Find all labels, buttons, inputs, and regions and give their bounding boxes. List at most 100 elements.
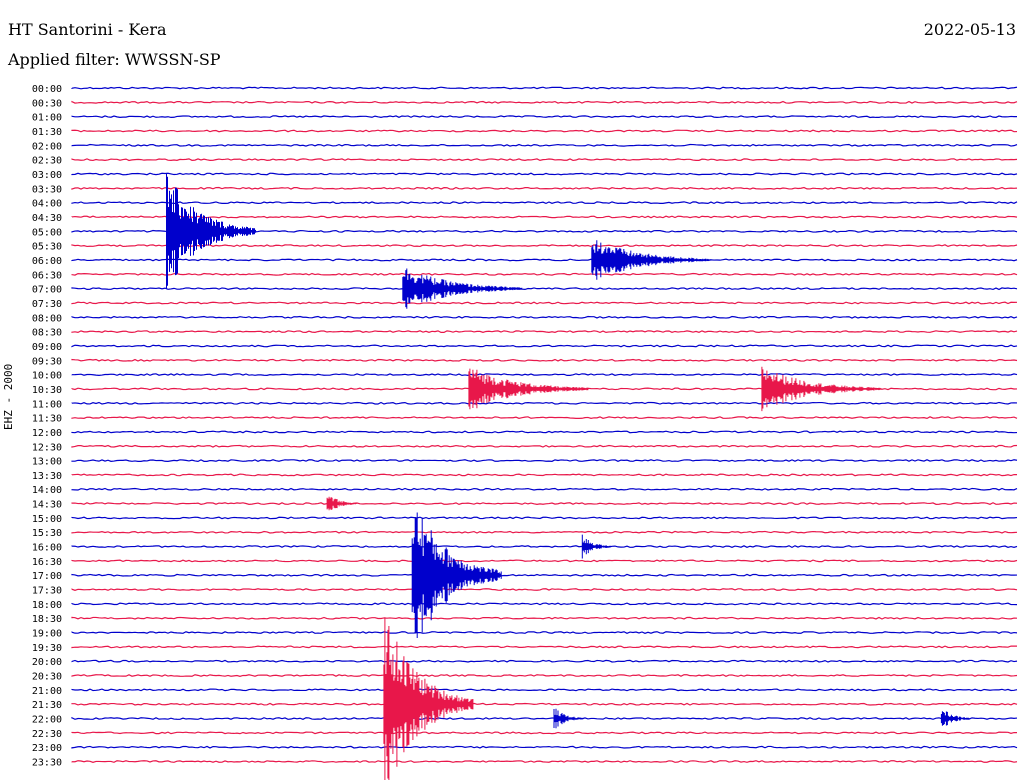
- row-label: 23:00: [32, 743, 62, 754]
- row-label: 10:30: [32, 385, 62, 396]
- trace-row: [71, 473, 1018, 477]
- trace-row: [71, 244, 1018, 248]
- trace-row: [71, 287, 1018, 291]
- row-label: 11:00: [32, 399, 62, 410]
- trace-row: [71, 659, 1018, 663]
- row-label: 17:00: [32, 571, 62, 582]
- trace-row: [71, 645, 1018, 649]
- row-label: 04:00: [32, 199, 62, 210]
- trace-row: [71, 602, 1018, 606]
- trace-row: [71, 616, 1018, 620]
- trace-row: [71, 258, 1018, 262]
- row-label: 02:00: [32, 141, 62, 152]
- trace-row: [71, 487, 1018, 491]
- trace-row: [71, 272, 1018, 276]
- trace-row: [71, 358, 1018, 362]
- row-label: 14:30: [32, 500, 62, 511]
- trace-row: [71, 100, 1018, 104]
- row-label: 20:00: [32, 657, 62, 668]
- trace-row: [71, 688, 1018, 692]
- row-label: 00:30: [32, 98, 62, 109]
- trace-row: [71, 545, 1018, 549]
- row-label: 21:00: [32, 686, 62, 697]
- row-label: 21:30: [32, 700, 62, 711]
- trace-row: [71, 86, 1018, 90]
- row-label: 17:30: [32, 586, 62, 597]
- trace-row: [71, 373, 1018, 377]
- trace-row: [71, 344, 1018, 348]
- event-burst: [326, 496, 357, 511]
- row-label: 11:30: [32, 414, 62, 425]
- row-label: 08:00: [32, 313, 62, 324]
- row-label: 18:30: [32, 614, 62, 625]
- row-label: 05:30: [32, 242, 62, 253]
- row-label: 07:00: [32, 285, 62, 296]
- trace-row: [71, 631, 1018, 634]
- trace-row: [71, 401, 1018, 405]
- row-label: 04:30: [32, 213, 62, 224]
- row-label: 01:00: [32, 113, 62, 124]
- trace-row: [71, 115, 1018, 119]
- trace-row: [71, 215, 1018, 219]
- row-label: 02:30: [32, 156, 62, 167]
- row-label: 23:30: [32, 758, 62, 769]
- row-label: 09:30: [32, 356, 62, 367]
- row-label: 13:00: [32, 457, 62, 468]
- event-burst: [940, 711, 971, 726]
- row-label: 22:30: [32, 729, 62, 740]
- row-label: 06:00: [32, 256, 62, 267]
- row-label: 12:00: [32, 428, 62, 439]
- trace-row: [71, 745, 1018, 749]
- row-label: 03:30: [32, 184, 62, 195]
- row-label: 13:30: [32, 471, 62, 482]
- row-label: 18:00: [32, 600, 62, 611]
- row-label: 22:00: [32, 715, 62, 726]
- event-burst: [383, 617, 474, 780]
- event-burst: [553, 708, 584, 729]
- trace-row: [71, 201, 1018, 205]
- trace-row: [71, 760, 1018, 763]
- trace-row: [71, 301, 1018, 305]
- trace-row: [71, 674, 1018, 677]
- trace-row: [71, 716, 1018, 720]
- row-label: 19:30: [32, 643, 62, 654]
- trace-row: [71, 559, 1018, 563]
- seismogram-plot: 00:00 00:30 01:00 01:30 02:00 02:30 03:00 03:30…: [32, 84, 1018, 780]
- event-burst: [411, 512, 502, 638]
- trace-row: [71, 444, 1018, 448]
- trace-row: [71, 315, 1018, 319]
- row-label: 05:00: [32, 227, 62, 238]
- trace-row: [71, 702, 1018, 706]
- row-label: 00:00: [32, 84, 62, 95]
- trace-row: [71, 172, 1018, 176]
- row-label: 01:30: [32, 127, 62, 138]
- row-label: 09:00: [32, 342, 62, 353]
- trace-row: [71, 502, 1018, 505]
- row-label: 19:00: [32, 629, 62, 640]
- row-label: 20:30: [32, 672, 62, 683]
- event-burst: [166, 173, 256, 290]
- trace-row: [71, 516, 1018, 520]
- row-label: 15:00: [32, 514, 62, 525]
- trace-row: [71, 143, 1018, 147]
- trace-row: [71, 416, 1018, 420]
- row-label: 07:30: [32, 299, 62, 310]
- row-label: 12:30: [32, 442, 62, 453]
- trace-row: [71, 430, 1018, 434]
- row-label: 16:30: [32, 557, 62, 568]
- trace-row: [71, 158, 1018, 162]
- trace-row: [71, 330, 1018, 334]
- event-burst: [581, 534, 612, 559]
- trace-row: [71, 530, 1018, 534]
- row-label: 10:00: [32, 371, 62, 382]
- trace-row: [71, 573, 1018, 577]
- trace-row: [71, 731, 1018, 735]
- trace-row: [71, 588, 1018, 591]
- row-label: 16:00: [32, 543, 62, 554]
- row-label: 08:30: [32, 328, 62, 339]
- row-label: 15:30: [32, 528, 62, 539]
- row-label: 06:30: [32, 270, 62, 281]
- trace-row: [71, 186, 1018, 190]
- row-label: 03:00: [32, 170, 62, 181]
- trace-row: [71, 459, 1018, 462]
